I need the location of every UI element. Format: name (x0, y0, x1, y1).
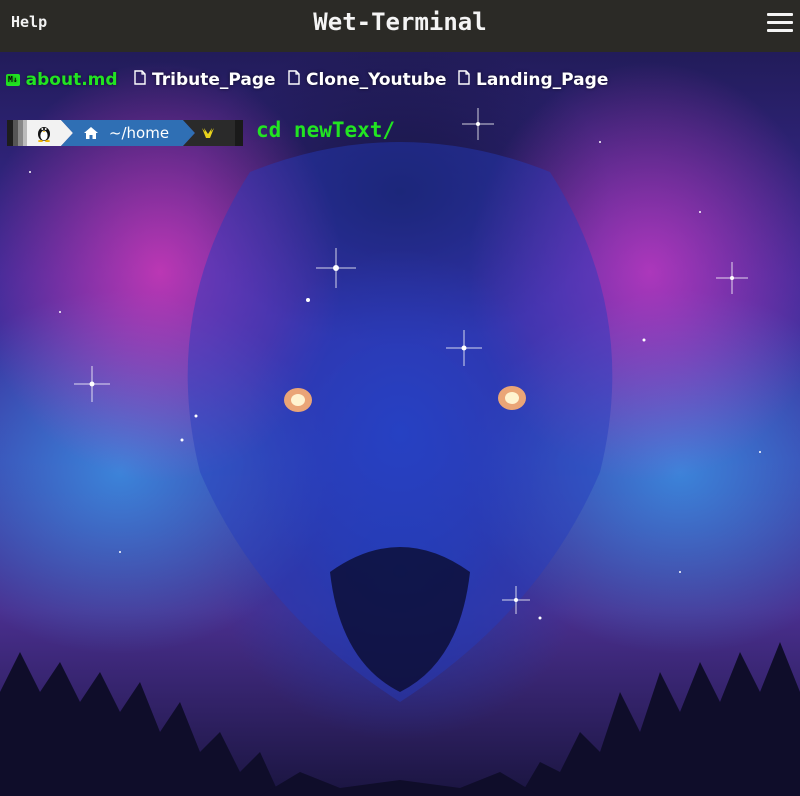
file-icon (134, 70, 146, 90)
linux-penguin-icon (33, 120, 55, 146)
prompt-path: ~/home (108, 124, 170, 142)
tab-label: about.md (25, 70, 118, 90)
file-icon (458, 70, 470, 90)
terminal-command[interactable]: cd newText/ (256, 118, 395, 142)
tab-about-md[interactable]: M↓ about.md (6, 67, 118, 93)
file-icon (288, 70, 300, 90)
tab-landing-page[interactable]: Landing_Page (458, 67, 608, 93)
markdown-icon: M↓ (6, 74, 20, 86)
hamburger-menu-icon[interactable] (767, 12, 793, 34)
tab-label: Landing_Page (476, 70, 609, 90)
background-wallpaper (0, 52, 800, 796)
tab-label: Tribute_Page (152, 70, 276, 90)
tab-tribute-page[interactable]: Tribute_Page (134, 67, 276, 93)
home-icon (83, 120, 99, 146)
app-header: Help Wet-Terminal (0, 0, 800, 52)
wallpaper-art (0, 108, 800, 796)
tab-clone-youtube[interactable]: Clone_Youtube (288, 67, 447, 93)
app-title: Wet-Terminal (313, 8, 487, 36)
yellow-glyph-icon (200, 120, 216, 146)
tab-label: Clone_Youtube (306, 70, 447, 90)
